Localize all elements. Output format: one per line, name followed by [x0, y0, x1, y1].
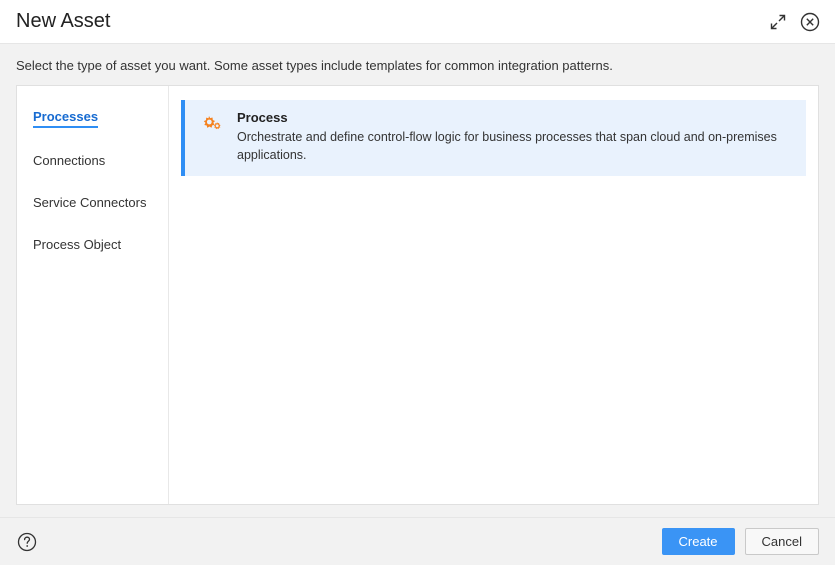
new-asset-dialog: New Asset Select the type of asset you w…: [0, 0, 835, 565]
sidebar-item-service-connectors[interactable]: Service Connectors: [33, 195, 146, 212]
asset-type-sidebar: Processes Connections Service Connectors…: [17, 86, 169, 504]
content-panel: Processes Connections Service Connectors…: [16, 85, 819, 505]
card-title: Process: [237, 110, 792, 125]
process-icon: [199, 112, 225, 143]
card-text: Process Orchestrate and define control-f…: [237, 110, 792, 164]
dialog-title: New Asset: [16, 10, 110, 33]
dialog-footer: Create Cancel: [0, 517, 835, 565]
sidebar-item-connections[interactable]: Connections: [33, 153, 105, 170]
sidebar-item-process-object[interactable]: Process Object: [33, 237, 121, 254]
dialog-body: Select the type of asset you want. Some …: [0, 44, 835, 517]
cancel-button[interactable]: Cancel: [745, 528, 819, 555]
dialog-header: New Asset: [0, 0, 835, 44]
help-icon[interactable]: [16, 531, 38, 553]
footer-buttons: Create Cancel: [662, 528, 820, 555]
expand-icon[interactable]: [767, 11, 789, 33]
close-icon[interactable]: [799, 11, 821, 33]
header-actions: [767, 11, 821, 33]
asset-content: Process Orchestrate and define control-f…: [169, 86, 818, 504]
sidebar-item-processes[interactable]: Processes: [33, 109, 98, 128]
instruction-text: Select the type of asset you want. Some …: [16, 58, 819, 73]
card-description: Orchestrate and define control-flow logi…: [237, 129, 792, 164]
asset-card-process[interactable]: Process Orchestrate and define control-f…: [181, 100, 806, 176]
create-button[interactable]: Create: [662, 528, 735, 555]
